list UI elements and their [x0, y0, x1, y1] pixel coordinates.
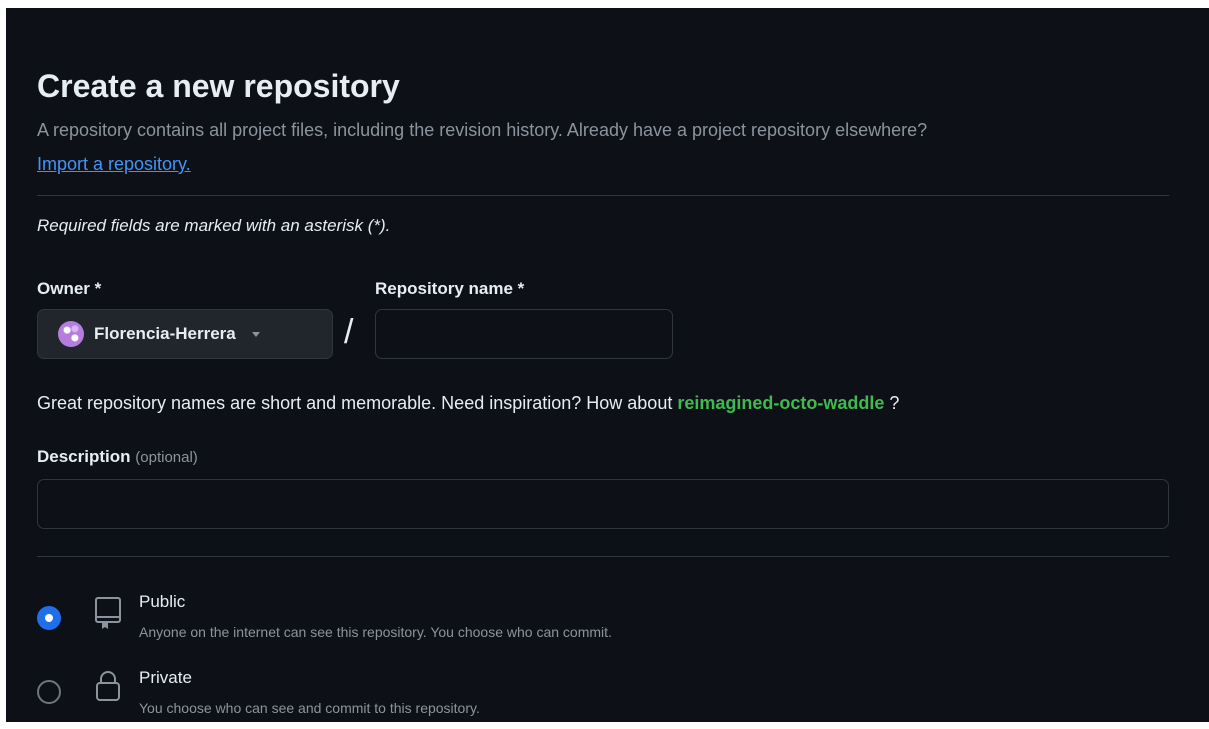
private-option-title: Private — [139, 668, 192, 687]
description-label: Description (optional) — [37, 447, 198, 467]
private-option-description: You choose who can see and commit to thi… — [139, 700, 480, 716]
import-repository-link[interactable]: Import a repository. — [37, 154, 191, 175]
hint-suffix: ? — [884, 393, 900, 413]
avatar — [58, 321, 84, 347]
lock-icon — [96, 671, 120, 701]
repo-icon — [95, 597, 121, 629]
name-suggestion-hint: Great repository names are short and mem… — [37, 393, 899, 414]
private-radio[interactable] — [37, 680, 61, 704]
owner-repo-separator: / — [344, 313, 354, 351]
owner-select[interactable]: Florencia-Herrera — [37, 309, 333, 359]
screenshot-border-bottom — [0, 722, 1209, 729]
required-fields-note: Required fields are marked with an aster… — [37, 216, 391, 235]
page-subtitle: A repository contains all project files,… — [37, 120, 928, 140]
page-title: Create a new repository — [37, 68, 400, 104]
public-radio[interactable] — [37, 606, 61, 630]
suggested-name-link[interactable]: reimagined-octo-waddle — [677, 393, 884, 413]
owner-label: Owner * — [37, 279, 102, 298]
screenshot-border-top — [0, 0, 1209, 8]
public-option-title: Public — [139, 592, 186, 611]
owner-name: Florencia-Herrera — [94, 324, 236, 343]
description-input[interactable] — [37, 479, 1169, 529]
header-divider — [37, 195, 1169, 196]
repository-name-input[interactable] — [375, 309, 673, 359]
hint-text: Great repository names are short and mem… — [37, 393, 678, 413]
description-label-text: Description — [37, 447, 131, 466]
public-option-description: Anyone on the internet can see this repo… — [139, 624, 612, 640]
repository-name-label: Repository name * — [375, 279, 525, 298]
chevron-down-icon — [251, 331, 260, 337]
optional-tag: (optional) — [135, 449, 198, 466]
screenshot-border-left — [0, 0, 6, 729]
visibility-divider — [37, 556, 1169, 557]
